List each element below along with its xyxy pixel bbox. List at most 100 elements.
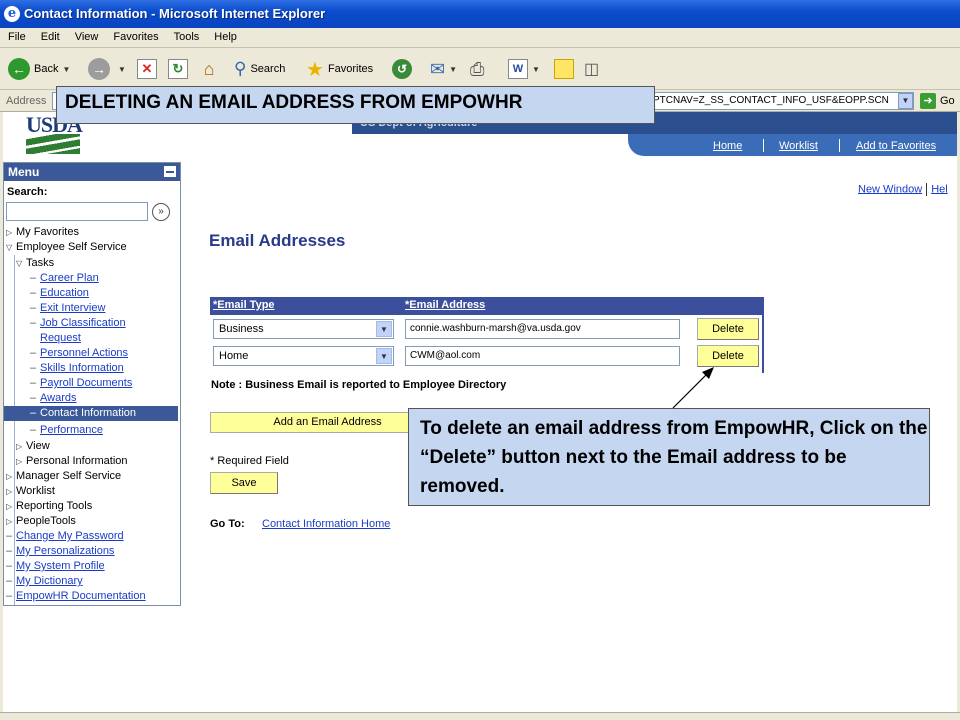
sidebar-item-career-plan[interactable]: – Career Plan bbox=[30, 271, 99, 286]
messenger-button[interactable]: ◫ bbox=[584, 57, 599, 81]
top-links: New Window Hel bbox=[858, 183, 948, 196]
sidebar-item-my-dictionary[interactable]: – My Dictionary bbox=[6, 574, 83, 589]
new-window-link[interactable]: New Window bbox=[858, 183, 922, 195]
sidebar-link[interactable]: Exit Interview bbox=[40, 302, 105, 314]
sidebar-item-job-classification[interactable]: – Job Classification bbox=[30, 316, 126, 331]
sidebar-item-change-password[interactable]: – Change My Password bbox=[6, 529, 124, 544]
stop-button[interactable]: ✕ bbox=[137, 57, 157, 81]
email-type-select[interactable]: Business ▼ bbox=[213, 319, 394, 339]
sidebar-item-worklist[interactable]: ▷ Worklist bbox=[6, 484, 55, 499]
sidebar-link[interactable]: Job Classification bbox=[40, 317, 126, 329]
menu-view[interactable]: View bbox=[67, 28, 106, 43]
sidebar-item-personal-information[interactable]: ▷ Personal Information bbox=[16, 454, 128, 469]
menu-help[interactable]: Help bbox=[206, 28, 244, 43]
sidebar-item-awards[interactable]: – Awards bbox=[30, 391, 76, 406]
sidebar-item-job-classification-request[interactable]: Request bbox=[40, 331, 81, 346]
sidebar-item-empowhr-documentation[interactable]: – EmpowHR Documentation bbox=[6, 589, 146, 604]
go-button[interactable]: ➜ Go bbox=[920, 93, 955, 109]
sidebar-item-contact-information[interactable]: – Contact Information bbox=[4, 406, 178, 421]
email-type-select[interactable]: Home ▼ bbox=[213, 346, 394, 366]
expanded-triangle-icon: ▽ bbox=[16, 259, 23, 268]
search-go-icon[interactable]: » bbox=[152, 203, 170, 221]
favorites-button[interactable]: ★ Favorites bbox=[306, 57, 373, 81]
sidebar-item-my-system-profile[interactable]: – My System Profile bbox=[6, 559, 105, 574]
sidebar-item-my-personalizations[interactable]: – My Personalizations bbox=[6, 544, 114, 559]
sidebar-item-skills-information[interactable]: – Skills Information bbox=[30, 361, 124, 376]
contact-info-home-link[interactable]: Contact Information Home bbox=[262, 518, 390, 530]
sidebar-link[interactable]: Personnel Actions bbox=[40, 347, 128, 359]
menu-search-input[interactable] bbox=[6, 202, 148, 221]
header-nav: Home Worklist Add to Favorites bbox=[628, 134, 957, 156]
forward-button[interactable]: → ▼ bbox=[88, 57, 126, 81]
sidebar-link[interactable]: Career Plan bbox=[40, 272, 99, 284]
refresh-button[interactable]: ↻ bbox=[168, 57, 188, 81]
menu-favorites[interactable]: Favorites bbox=[105, 28, 165, 43]
chevron-down-icon[interactable]: ▼ bbox=[376, 321, 392, 337]
edit-dropdown-icon[interactable]: ▼ bbox=[532, 65, 540, 74]
menu-edit[interactable]: Edit bbox=[33, 28, 67, 43]
sidebar-link[interactable]: Change My Password bbox=[16, 530, 124, 542]
delete-button[interactable]: Delete bbox=[697, 318, 759, 340]
collapsed-triangle-icon: ▷ bbox=[16, 442, 23, 451]
search-button[interactable]: ⚲ Search bbox=[234, 57, 285, 81]
sidebar-item-view[interactable]: ▷ View bbox=[16, 439, 50, 454]
sidebar-link[interactable]: Skills Information bbox=[40, 362, 124, 374]
nav-add-favorites-link[interactable]: Add to Favorites bbox=[856, 140, 936, 152]
collapsed-triangle-icon: ▷ bbox=[6, 472, 13, 481]
sidebar-item-label: Reporting Tools bbox=[16, 500, 93, 512]
sidebar-item-employee-self-service[interactable]: ▽ Employee Self Service bbox=[6, 240, 127, 255]
sidebar-item-payroll-documents[interactable]: – Payroll Documents bbox=[30, 376, 132, 391]
sidebar-link[interactable]: Performance bbox=[40, 424, 103, 436]
forward-arrow-icon: → bbox=[88, 58, 110, 80]
sidebar-item-education[interactable]: – Education bbox=[30, 286, 89, 301]
minimize-icon[interactable] bbox=[164, 166, 176, 177]
sidebar-link[interactable]: Request bbox=[40, 332, 81, 344]
sidebar-link[interactable]: Education bbox=[40, 287, 89, 299]
sidebar-link[interactable]: EmpowHR Documentation bbox=[16, 590, 146, 602]
nav-worklist-link[interactable]: Worklist bbox=[779, 140, 818, 152]
mail-dropdown-icon[interactable]: ▼ bbox=[449, 65, 457, 74]
email-address-field[interactable]: connie.washburn-marsh@va.usda.gov bbox=[405, 319, 680, 339]
sidebar-item-label: Personal Information bbox=[26, 455, 128, 467]
address-dropdown-icon[interactable]: ▼ bbox=[898, 93, 913, 109]
sidebar-item-my-favorites[interactable]: ▷ My Favorites bbox=[6, 225, 79, 240]
menu-file[interactable]: File bbox=[0, 28, 33, 43]
sidebar-link[interactable]: Awards bbox=[40, 392, 76, 404]
sidebar-item-tasks[interactable]: ▽ Tasks bbox=[16, 256, 54, 271]
column-header-email-address[interactable]: *Email Address bbox=[405, 299, 485, 311]
save-button[interactable]: Save bbox=[210, 472, 278, 494]
column-header-email-type[interactable]: *Email Type bbox=[213, 299, 275, 311]
sidebar-item-personnel-actions[interactable]: – Personnel Actions bbox=[30, 346, 128, 361]
discuss-button[interactable] bbox=[554, 57, 574, 81]
delete-button[interactable]: Delete bbox=[697, 345, 759, 367]
sidebar-item-label: View bbox=[26, 440, 50, 452]
print-button[interactable]: ⎙ bbox=[470, 57, 484, 81]
sidebar-link[interactable]: My Personalizations bbox=[16, 545, 114, 557]
collapsed-triangle-icon: ▷ bbox=[6, 487, 13, 496]
sidebar-item-performance[interactable]: – Performance bbox=[30, 423, 103, 438]
sidebar-link[interactable]: My System Profile bbox=[16, 560, 105, 572]
chevron-down-icon[interactable]: ▼ bbox=[376, 348, 392, 364]
menu-tools[interactable]: Tools bbox=[166, 28, 207, 43]
status-bar bbox=[0, 712, 960, 720]
sidebar-item-exit-interview[interactable]: – Exit Interview bbox=[30, 301, 105, 316]
mail-button[interactable]: ✉ ▼ bbox=[430, 57, 457, 81]
back-button[interactable]: ← Back ▼ bbox=[8, 57, 70, 81]
required-field-note: * Required Field bbox=[210, 455, 289, 467]
sidebar-item-peopletools[interactable]: ▷ PeopleTools bbox=[6, 514, 76, 529]
sidebar-link[interactable]: Payroll Documents bbox=[40, 377, 132, 389]
sidebar-item-reporting-tools[interactable]: ▷ Reporting Tools bbox=[6, 499, 92, 514]
back-label: Back bbox=[34, 63, 59, 75]
home-button[interactable]: ⌂ bbox=[199, 57, 219, 81]
forward-dropdown-icon[interactable]: ▼ bbox=[118, 65, 126, 74]
email-address-field[interactable]: CWM@aol.com bbox=[405, 346, 680, 366]
sidebar-link[interactable]: My Dictionary bbox=[16, 575, 83, 587]
history-button[interactable]: ↺ bbox=[392, 57, 416, 81]
nav-home-link[interactable]: Home bbox=[713, 140, 742, 152]
edit-button[interactable]: W ▼ bbox=[508, 57, 540, 81]
help-link[interactable]: Hel bbox=[931, 183, 948, 195]
sidebar-item-manager-self-service[interactable]: ▷ Manager Self Service bbox=[6, 469, 121, 484]
nav-separator bbox=[763, 139, 764, 152]
word-edit-icon: W bbox=[508, 59, 528, 79]
back-dropdown-icon[interactable]: ▼ bbox=[62, 65, 70, 74]
